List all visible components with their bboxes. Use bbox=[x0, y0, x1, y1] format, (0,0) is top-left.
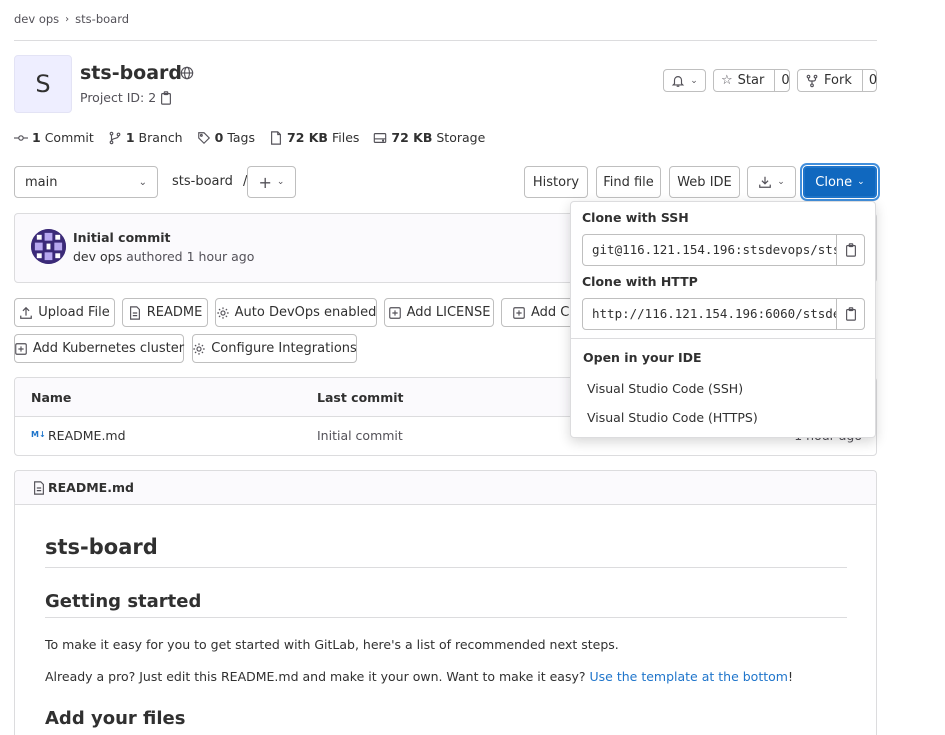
breadcrumb-parent[interactable]: dev ops bbox=[14, 12, 59, 26]
readme-header: README.md bbox=[15, 471, 876, 505]
notifications-button[interactable]: ⌄ bbox=[663, 69, 706, 92]
file-name-link[interactable]: README.md bbox=[48, 428, 126, 443]
file-icon bbox=[269, 130, 283, 145]
find-file-button[interactable]: Find file bbox=[596, 166, 661, 198]
star-icon: ☆ bbox=[721, 73, 733, 88]
clone-button[interactable]: Clone ⌄ bbox=[803, 166, 877, 198]
vscode-ssh-item[interactable]: Visual Studio Code (SSH) bbox=[587, 381, 743, 396]
upload-icon bbox=[19, 306, 33, 320]
clone-dropdown: Clone with SSH git@116.121.154.196:stsde… bbox=[570, 201, 876, 438]
download-button[interactable]: ⌄ bbox=[747, 166, 796, 198]
add-dropdown-button[interactable]: + ⌄ bbox=[247, 166, 296, 198]
clone-http-title: Clone with HTTP bbox=[582, 274, 698, 289]
branches-stat[interactable]: 1 Branch bbox=[108, 130, 183, 145]
col-last-commit-header: Last commit bbox=[317, 390, 404, 405]
copy-icon bbox=[844, 307, 858, 321]
chevron-down-icon: ⌄ bbox=[857, 177, 865, 187]
storage-stat[interactable]: 72 KB Storage bbox=[373, 130, 485, 145]
readme-paragraph-2: Already a pro? Just edit this README.md … bbox=[45, 669, 793, 684]
web-ide-button[interactable]: Web IDE bbox=[669, 166, 740, 198]
author-avatar[interactable] bbox=[31, 229, 66, 264]
commit-icon bbox=[14, 131, 28, 145]
readme-panel: README.md sts-board Getting started To m… bbox=[14, 470, 877, 735]
readme-filename[interactable]: README.md bbox=[48, 480, 134, 495]
chevron-down-icon: ⌄ bbox=[777, 177, 785, 187]
add-license-button[interactable]: Add LICENSE bbox=[384, 298, 494, 327]
plus-icon: + bbox=[258, 172, 272, 192]
h2-divider bbox=[45, 617, 847, 618]
readme-h2-getting-started: Getting started bbox=[45, 591, 202, 612]
copy-ssh-button[interactable] bbox=[836, 234, 865, 266]
star-button[interactable]: ☆ Star 0 bbox=[713, 69, 790, 92]
dropdown-divider bbox=[571, 338, 875, 339]
h1-divider bbox=[45, 567, 847, 568]
commit-title[interactable]: Initial commit bbox=[73, 230, 170, 245]
chevron-right-icon: › bbox=[65, 13, 70, 25]
gear-icon bbox=[192, 342, 206, 356]
open-ide-title: Open in your IDE bbox=[583, 350, 702, 365]
bell-icon bbox=[671, 74, 685, 88]
auto-devops-button[interactable]: Auto DevOps enabled bbox=[215, 298, 377, 327]
storage-icon bbox=[373, 131, 387, 145]
globe-icon bbox=[180, 66, 194, 80]
col-name-header: Name bbox=[31, 390, 72, 405]
template-link[interactable]: Use the template at the bottom bbox=[590, 669, 788, 684]
project-id: Project ID: 2 bbox=[80, 90, 157, 105]
fork-count[interactable]: 0 bbox=[861, 70, 883, 91]
commits-stat[interactable]: 1 Commit bbox=[14, 130, 94, 145]
chevron-down-icon: ⌄ bbox=[276, 177, 285, 187]
clone-ssh-title: Clone with SSH bbox=[582, 210, 689, 225]
breadcrumb-path[interactable]: sts-board / bbox=[172, 174, 247, 189]
fork-button[interactable]: Fork 0 bbox=[797, 69, 877, 92]
copy-http-button[interactable] bbox=[836, 298, 865, 330]
star-count[interactable]: 0 bbox=[774, 70, 795, 91]
readme-h1: sts-board bbox=[45, 535, 158, 559]
branch-selector[interactable]: main ⌄ bbox=[14, 166, 158, 198]
doc-icon bbox=[128, 305, 142, 320]
readme-paragraph-1: To make it easy for you to get started w… bbox=[45, 637, 619, 652]
gear-icon bbox=[216, 306, 230, 320]
branch-icon bbox=[108, 131, 122, 145]
plus-square-icon bbox=[512, 306, 526, 320]
readme-h2-add-files: Add your files bbox=[45, 708, 186, 729]
plus-square-icon bbox=[14, 342, 28, 356]
project-stats: 1 Commit 1 Branch 0 Tags 72 KB Files 72 KB St… bbox=[14, 130, 499, 145]
tags-stat[interactable]: 0 Tags bbox=[197, 130, 255, 145]
readme-button[interactable]: README bbox=[122, 298, 208, 327]
page-title: sts-board bbox=[80, 62, 183, 84]
copy-project-id-icon[interactable] bbox=[159, 91, 173, 105]
history-button[interactable]: History bbox=[524, 166, 588, 198]
tag-icon bbox=[197, 131, 211, 145]
download-icon bbox=[758, 175, 772, 189]
breadcrumb-current[interactable]: sts-board bbox=[75, 12, 129, 26]
upload-file-button[interactable]: Upload File bbox=[14, 298, 115, 327]
add-kubernetes-button[interactable]: Add Kubernetes cluster bbox=[14, 334, 184, 363]
vscode-https-item[interactable]: Visual Studio Code (HTTPS) bbox=[587, 410, 758, 425]
copy-icon bbox=[844, 243, 858, 257]
markdown-icon: M↓ bbox=[31, 430, 46, 439]
configure-integrations-button[interactable]: Configure Integrations bbox=[192, 334, 357, 363]
http-url-input[interactable]: http://116.121.154.196:6060/stsdevops/st… bbox=[582, 298, 837, 330]
breadcrumb: dev ops › sts-board bbox=[14, 12, 129, 26]
plus-square-icon bbox=[388, 306, 402, 320]
ssh-url-input[interactable]: git@116.121.154.196:stsdevops/sts-board.… bbox=[582, 234, 837, 266]
chevron-down-icon: ⌄ bbox=[138, 176, 147, 188]
files-stat[interactable]: 72 KB Files bbox=[269, 130, 359, 145]
chevron-down-icon: ⌄ bbox=[690, 75, 698, 86]
fork-icon bbox=[805, 74, 819, 88]
commit-author[interactable]: dev ops bbox=[73, 249, 122, 264]
file-last-commit[interactable]: Initial commit bbox=[317, 428, 403, 443]
file-icon bbox=[32, 481, 46, 495]
project-avatar[interactable]: S bbox=[14, 55, 72, 113]
commit-meta: dev ops authored 1 hour ago bbox=[73, 249, 255, 264]
